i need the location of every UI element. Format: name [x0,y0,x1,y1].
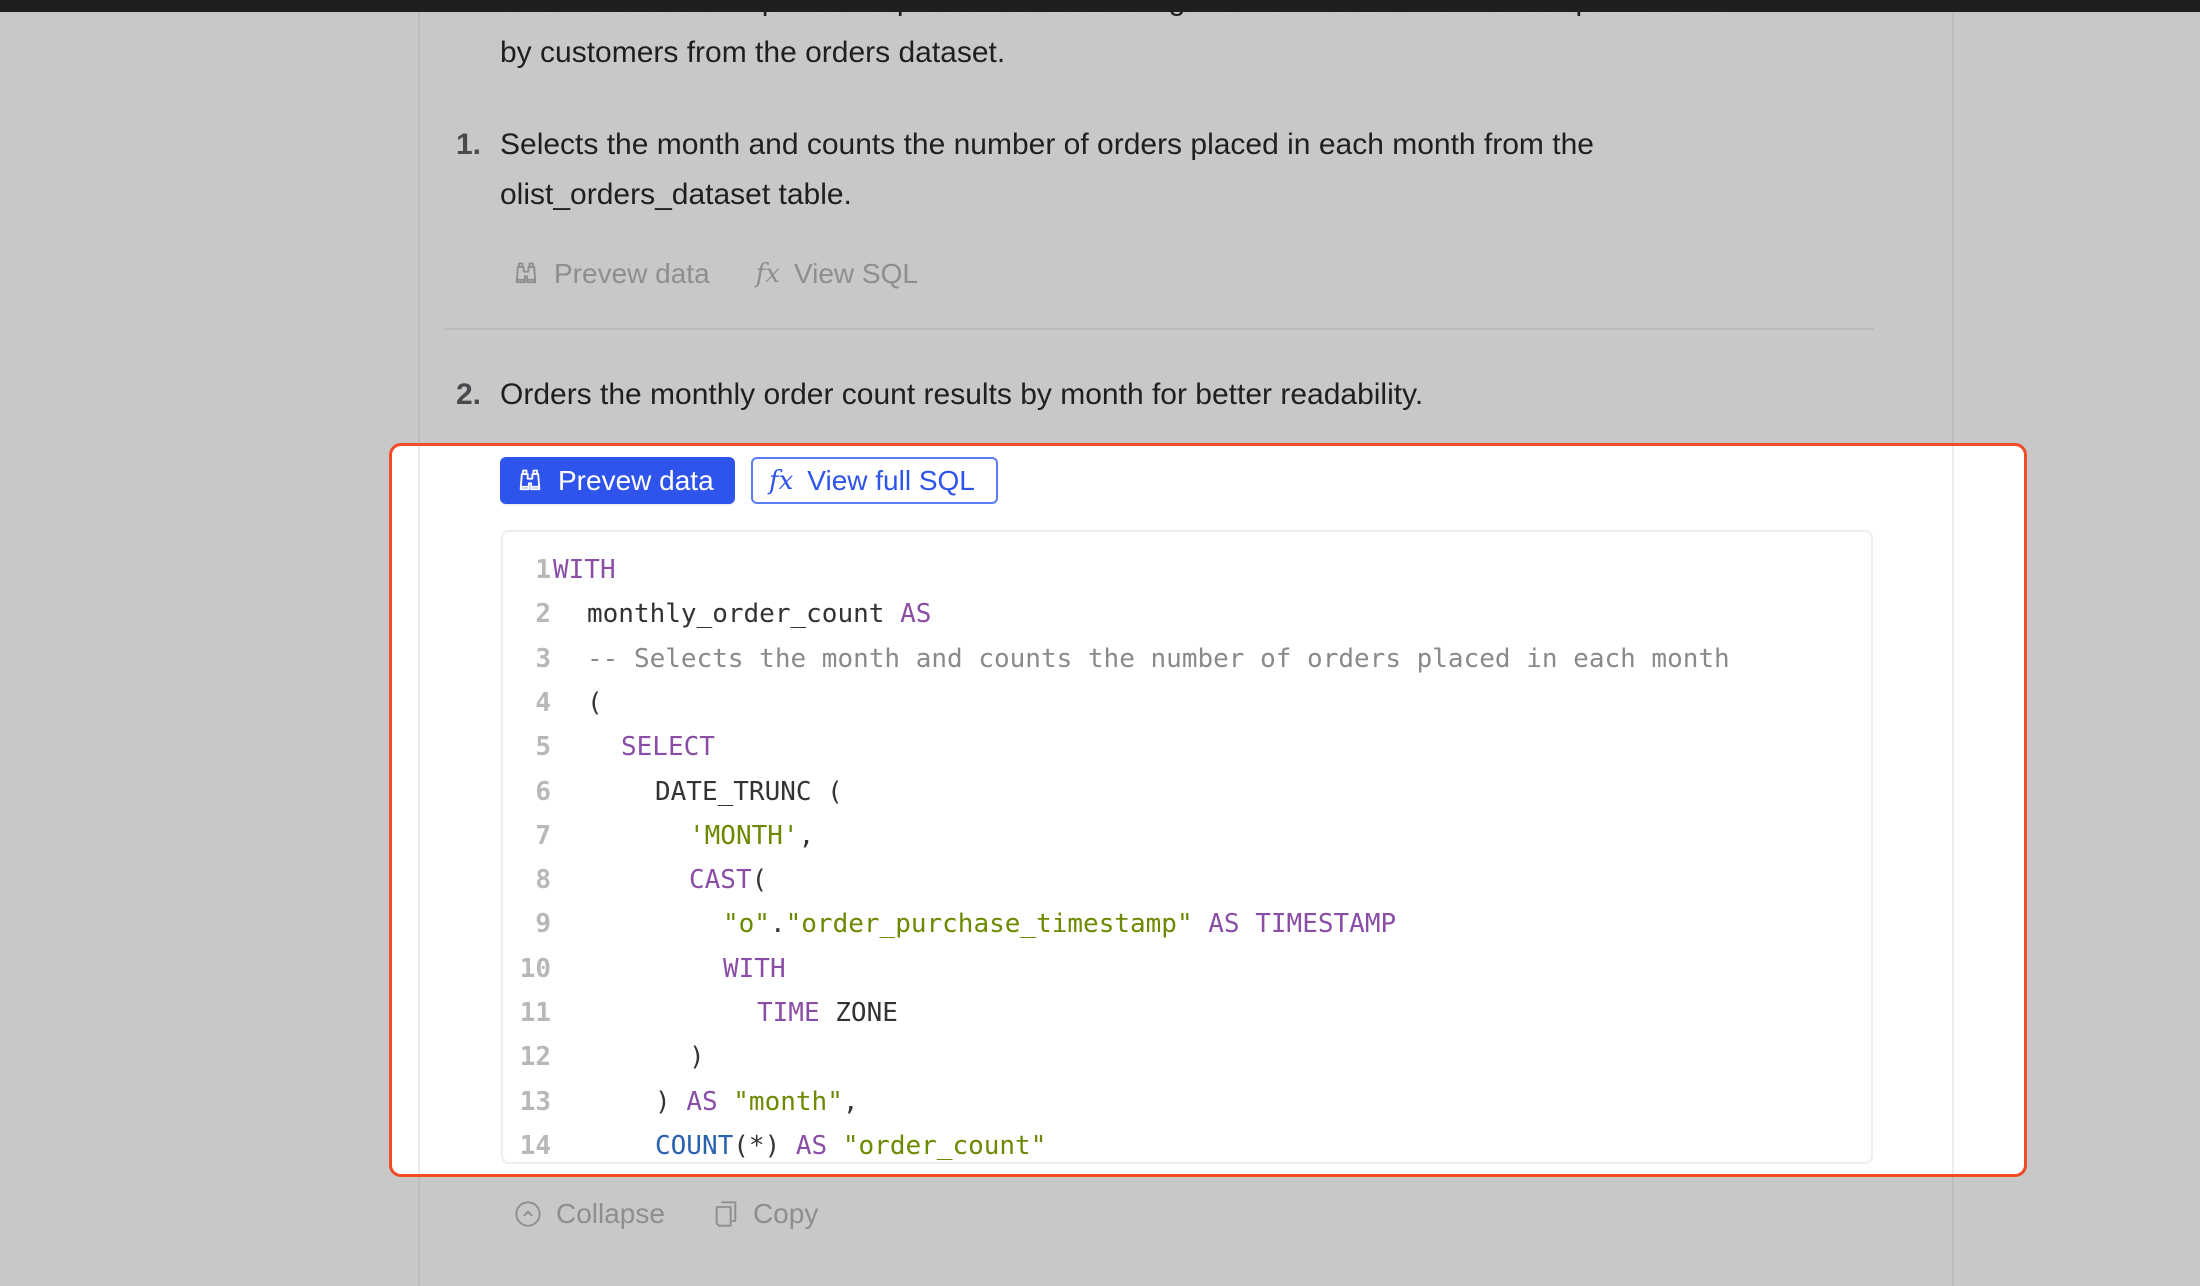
code-token: SELECT [621,732,715,763]
code-token: AS [900,599,932,630]
code-token: TIME [757,998,820,1028]
code-token: "o" [723,909,770,940]
code-token: AS [686,1086,718,1117]
line-number: 1 [535,555,551,585]
code-token: "order_count" [842,1130,1047,1161]
binoculars-icon [515,262,537,284]
code-text: 'MONTH', [689,814,814,858]
code-text: ) [689,1035,705,1079]
line-number: 9 [535,909,551,940]
chevron-up-circle-icon [515,1201,541,1227]
code-token: -- Selects the month and counts the numb… [587,643,1730,674]
code-token: WITH [723,953,786,984]
code-text: monthly_order_count AS [587,592,931,636]
fx-icon: fx [769,465,794,496]
code-token: 'MONTH' [689,820,799,851]
step-number: 2. [456,378,482,411]
code-text: DATE_TRUNC ( [655,770,843,814]
line-number: 8 [535,865,551,896]
collapse-button[interactable]: Collapse [514,1198,665,1230]
preview-data-button[interactable]: Prevew data [512,258,710,290]
code-text: TIME ZONE [757,991,898,1035]
code-token: CAST [689,865,752,896]
preview-data-label: Prevew data [554,258,710,289]
fx-icon: fx [755,259,780,289]
intro-text-partial: The breakdown simplifies the process of … [500,0,1729,17]
content-column-left-border [418,446,420,1174]
code-token: AS TIMESTAMP [1208,909,1397,940]
step-1-actions: Prevew data fx View SQL [512,258,918,290]
line-number: 5 [535,732,551,763]
code-text: SELECT [621,725,715,769]
step-2-actions: Prevew data fx View full SQL [500,457,998,504]
line-number: 13 [519,1086,551,1117]
code-text: WITH [553,548,616,592]
copy-button[interactable]: Copy [713,1198,818,1230]
binoculars-icon [519,469,541,490]
copy-icon [715,1201,737,1227]
sql-code-block[interactable]: 1 WITH 2 monthly_order_count AS 3 -- Selects … [501,530,1873,1164]
view-full-sql-label: View full SQL [807,464,975,496]
code-text: -- Selects the month and counts the numb… [587,637,1730,681]
code-token: "order_purchase_timestamp" [785,909,1193,940]
step-number: 1. [456,128,482,161]
line-number: 4 [535,687,551,718]
code-token: ( [751,865,768,896]
code-token: WITH [553,555,616,585]
code-text: ) AS "month", [655,1080,859,1124]
code-token: ( [587,687,603,718]
line-number: 14 [519,1130,551,1161]
preview-data-button[interactable]: Prevew data [500,457,735,504]
view-full-sql-button[interactable]: fx View full SQL [751,457,998,504]
content-column-right-border [1952,446,1954,1174]
code-token: ) [655,1086,687,1117]
code-token: COUNT [655,1130,734,1161]
line-number: 3 [535,643,551,674]
line-number: 6 [535,776,551,807]
code-token: DATE_TRUNC ( [655,776,843,807]
code-token: . [769,909,786,940]
view-sql-button[interactable]: fx View SQL [756,258,918,290]
code-token: ZONE [819,998,898,1028]
view-sql-label: View SQL [793,258,918,289]
line-number: 7 [535,820,551,851]
preview-data-label: Prevew data [558,464,714,496]
line-number: 10 [519,953,551,984]
code-text: CAST( [689,858,767,902]
code-token: ) [689,1042,705,1073]
code-token: AS [795,1130,828,1161]
code-token: "month" [733,1086,843,1117]
code-token: , [798,820,815,851]
step-divider [444,328,1874,330]
code-text: ( [587,681,603,725]
intro-text: by customers from the orders dataset. [500,36,1006,69]
collapse-label: Collapse [556,1198,665,1229]
copy-label: Copy [752,1198,819,1229]
code-token: , [842,1086,859,1117]
line-number: 2 [535,599,551,630]
step-text: Selects the month and counts the number … [500,128,1594,211]
code-token: monthly_order_count [587,599,901,630]
code-token: (*) [733,1130,796,1161]
code-text: "o"."order_purchase_timestamp" AS TIMEST… [723,902,1396,946]
code-text: WITH [723,947,786,991]
code-footer-actions: Collapse Copy [514,1198,818,1230]
line-number: 11 [519,998,551,1028]
step-text: Orders the monthly order count results b… [500,378,1424,411]
line-number: 12 [519,1042,551,1073]
code-text: COUNT(*) AS "order_count" [655,1124,1047,1162]
